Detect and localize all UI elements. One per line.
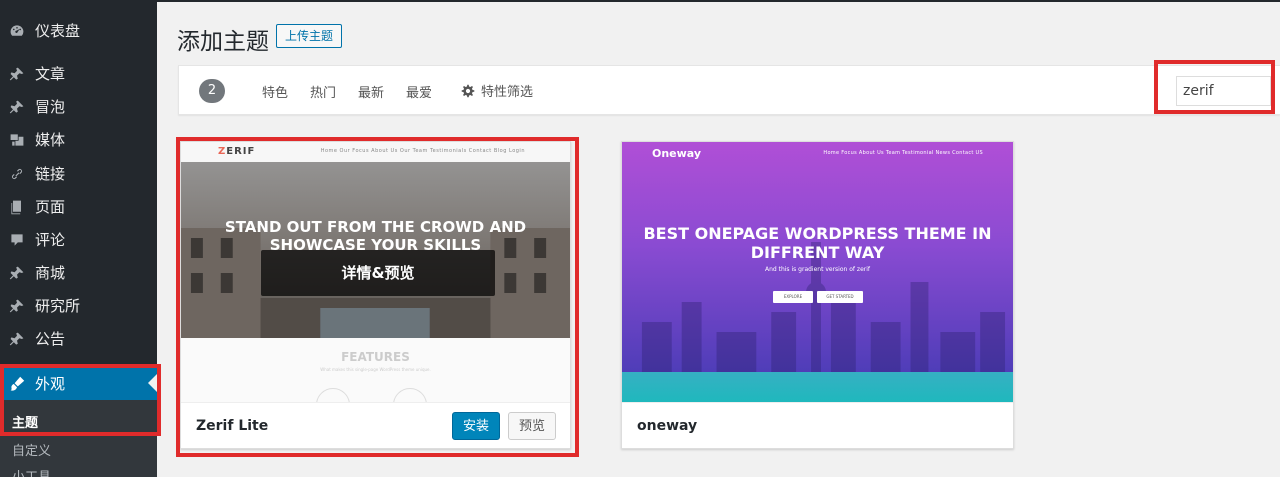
features-title: FEATURES	[341, 350, 410, 364]
screenshot-headline: STAND OUT FROM THE CROWD AND SHOWCASE YO…	[224, 218, 527, 254]
sidebar-item-shop[interactable]: 商城	[0, 256, 157, 289]
sidebar-item-label: 冒泡	[35, 98, 66, 116]
theme-name: oneway	[637, 418, 698, 434]
admin-sidebar: 仪表盘 文章 冒泡 媒体 链接 页面 评论 商城 研究所 公告 外观 主题 自定…	[0, 0, 157, 477]
screenshot-logo: ZERIF	[218, 146, 256, 157]
sidebar-item-bubble[interactable]: 冒泡	[0, 90, 157, 123]
features-subtitle: What makes this single-page WordPress th…	[320, 367, 431, 372]
screenshot-water-band	[622, 372, 1013, 402]
screenshot-nav-links: Home Focus About Us Team Testimonial New…	[823, 150, 983, 156]
sidebar-item-links[interactable]: 链接	[0, 157, 157, 190]
submenu-item-themes[interactable]: 主题	[12, 412, 38, 431]
sidebar-item-media[interactable]: 媒体	[0, 123, 157, 156]
sidebar-item-label: 研究所	[35, 297, 81, 315]
theme-screenshot[interactable]: ZERIF Home Our Focus About Us Our Team T…	[181, 142, 570, 402]
sidebar-item-notice[interactable]: 公告	[0, 322, 157, 355]
brush-icon	[9, 376, 25, 392]
theme-name: Zerif Lite	[196, 418, 269, 434]
active-indicator-arrow	[148, 374, 157, 392]
sidebar-item-dashboard[interactable]: 仪表盘	[0, 14, 157, 47]
appearance-submenu: 主题 自定义 小工具	[0, 400, 157, 477]
sidebar-item-label: 媒体	[35, 131, 66, 149]
pin-icon	[9, 265, 25, 281]
dashboard-icon	[9, 23, 25, 39]
admin-bar-edge	[157, 0, 1280, 2]
screenshot-nav-links: Home Our Focus About Us Our Team Testimo…	[320, 148, 525, 154]
sidebar-item-label: 链接	[35, 165, 66, 183]
theme-card-zerif-lite[interactable]: ZERIF Home Our Focus About Us Our Team T…	[180, 141, 571, 449]
sidebar-item-label: 评论	[35, 231, 66, 249]
gear-icon	[461, 84, 475, 97]
theme-card-oneway[interactable]: Oneway Home Focus About Us Team Testimon…	[621, 141, 1014, 449]
tab-featured[interactable]: 特色	[262, 82, 288, 101]
screenshot-explore-button: EXPLORE	[773, 291, 813, 303]
sidebar-item-comments[interactable]: 评论	[0, 223, 157, 256]
install-button[interactable]: 安装	[452, 412, 501, 440]
sidebar-item-label: 文章	[35, 65, 66, 83]
screenshot-navbar: ZERIF Home Our Focus About Us Our Team T…	[181, 142, 570, 162]
sidebar-item-institute[interactable]: 研究所	[0, 289, 157, 322]
sidebar-item-label: 商城	[35, 264, 66, 282]
link-icon	[9, 166, 25, 182]
feature-circle	[393, 388, 427, 402]
sidebar-item-posts[interactable]: 文章	[0, 57, 157, 90]
theme-screenshot[interactable]: Oneway Home Focus About Us Team Testimon…	[622, 142, 1013, 402]
sidebar-item-label: 页面	[35, 198, 66, 216]
sidebar-item-label: 公告	[35, 330, 66, 348]
page-title: 添加主题	[177, 29, 269, 55]
media-icon	[9, 132, 25, 148]
submenu-item-widgets[interactable]: 小工具	[12, 466, 51, 477]
preview-button[interactable]: 预览	[508, 412, 557, 440]
sidebar-item-pages[interactable]: 页面	[0, 190, 157, 223]
screenshot-subline: And this is gradient version of zerif	[764, 266, 871, 273]
theme-filter-bar: 2 特色 热门 最新 最爱 特性筛选	[178, 65, 1280, 115]
pin-icon	[9, 298, 25, 314]
theme-card-footer: Zerif Lite 安装 预览	[181, 402, 570, 448]
screenshot-features-section: FEATURES What makes this single-page Wor…	[181, 338, 570, 402]
pin-icon	[9, 99, 25, 115]
page-icon	[9, 199, 25, 215]
theme-card-footer: oneway	[622, 402, 1013, 448]
feature-circle	[316, 388, 350, 402]
theme-search-input[interactable]	[1176, 76, 1271, 106]
sidebar-item-label: 外观	[35, 375, 66, 393]
pin-icon	[9, 331, 25, 347]
theme-count-badge: 2	[199, 79, 225, 103]
feature-filter-button[interactable]: 特性筛选	[461, 81, 533, 100]
screenshot-headline: BEST ONEPAGE WORDPRESS THEME IN DIFFRENT…	[643, 224, 992, 262]
screenshot-logo: Oneway	[652, 147, 702, 160]
submenu-item-customize[interactable]: 自定义	[12, 440, 51, 459]
screenshot-get-started-button: GET STARTED	[817, 291, 863, 303]
comment-icon	[9, 232, 25, 248]
tab-latest[interactable]: 最新	[358, 82, 384, 101]
tab-favorites[interactable]: 最爱	[406, 82, 432, 101]
feature-filter-label: 特性筛选	[481, 85, 534, 100]
tab-popular[interactable]: 热门	[310, 82, 336, 101]
details-preview-overlay[interactable]: 详情&预览	[261, 250, 495, 296]
pin-icon	[9, 66, 25, 82]
upload-theme-button[interactable]: 上传主题	[276, 24, 343, 48]
sidebar-item-label: 仪表盘	[35, 22, 81, 40]
sidebar-item-appearance[interactable]: 外观	[0, 366, 157, 401]
